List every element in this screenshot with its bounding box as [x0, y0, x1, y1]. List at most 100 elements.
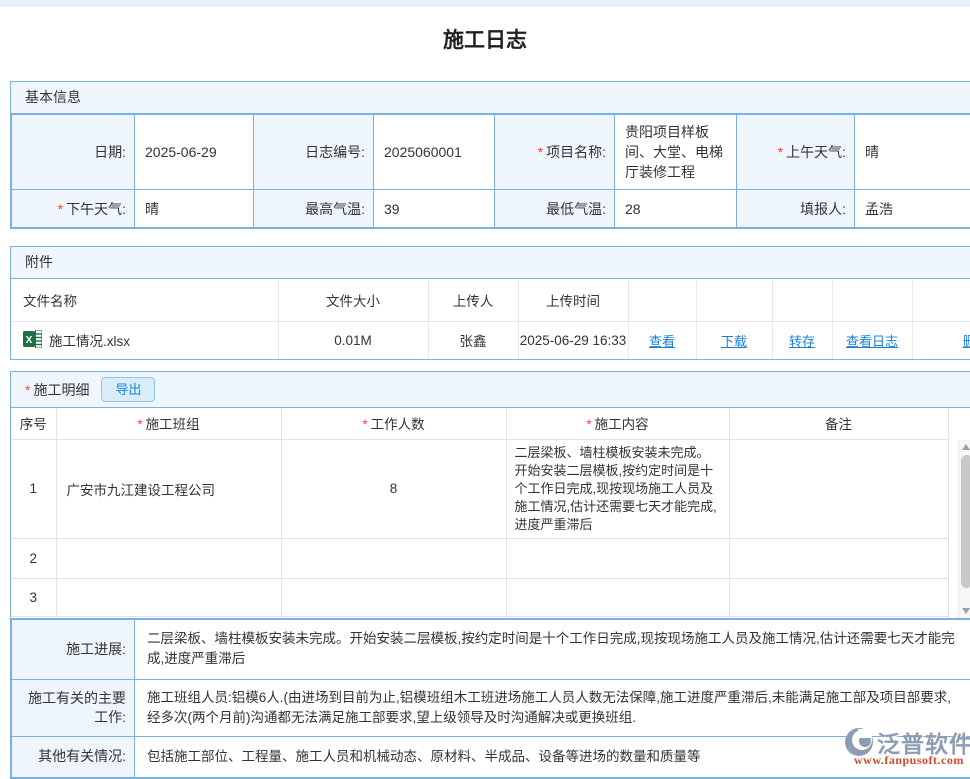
- view-log-link[interactable]: 查看日志: [846, 334, 898, 349]
- uploader-column-header: 上传人: [428, 279, 518, 321]
- afternoon-weather-value: 晴: [135, 190, 254, 228]
- action-column-header: [628, 279, 696, 321]
- download-link[interactable]: 下载: [721, 334, 747, 349]
- file-size-column-header: 文件大小: [278, 279, 428, 321]
- row-workers: [281, 616, 506, 618]
- reporter-value: 孟浩: [855, 190, 970, 228]
- reporter-label: 填报人:: [737, 190, 855, 228]
- attachment-uploader: 张鑫: [428, 321, 518, 359]
- team-column-header: *施工班组: [56, 408, 281, 439]
- scrollbar-down-arrow-icon[interactable]: [962, 608, 970, 614]
- remark-column-header: 备注: [729, 408, 948, 439]
- fanpu-url-text: www.fanpusoft.com: [854, 753, 964, 768]
- summary-section: 施工进展: 二层梁板、墙柱模板安装未完成。开始安装二层模板,按约定时间是十个工作…: [10, 619, 970, 779]
- row-workers: [281, 578, 506, 616]
- progress-label: 施工进展:: [12, 619, 135, 679]
- project-name-label: *项目名称:: [495, 115, 615, 190]
- other-info-row: 其他有关情况: 包括施工部位、工程量、施工人员和机械动态、原材料、半成品、设备等…: [12, 736, 970, 777]
- row-no: 4: [11, 616, 56, 618]
- progress-row: 施工进展: 二层梁板、墙柱模板安装未完成。开始安装二层模板,按约定时间是十个工作…: [12, 619, 970, 679]
- other-info-label: 其他有关情况:: [12, 736, 135, 777]
- detail-table-header: 序号 *施工班组 *工作人数 *施工内容 备注: [11, 408, 949, 440]
- delete-link[interactable]: 删除: [963, 334, 970, 349]
- attachment-file-size: 0.01M: [278, 321, 428, 359]
- row-remark: [729, 538, 948, 578]
- row-content: [506, 538, 729, 578]
- required-asterisk: *: [586, 417, 591, 432]
- date-label: 日期:: [12, 115, 135, 190]
- row-no: 3: [11, 578, 56, 616]
- row-workers: [281, 538, 506, 578]
- date-value: 2025-06-29: [135, 115, 254, 190]
- row-team: [56, 538, 281, 578]
- row-team: [56, 578, 281, 616]
- row-remark: [729, 616, 948, 618]
- attachments-header-row: 文件名称 文件大小 上传人 上传时间: [11, 279, 970, 321]
- row-content: [506, 578, 729, 616]
- action-column-header: [912, 279, 970, 321]
- log-number-value: 2025060001: [374, 115, 495, 190]
- main-work-row: 施工有关的主要工作: 施工班组人员:铝模6人.(由进场到目前为止,铝模班组木工班…: [12, 679, 970, 736]
- file-name-column-header: 文件名称: [11, 279, 278, 321]
- vertical-scrollbar[interactable]: [958, 440, 970, 618]
- basic-info-row-1: 日期: 2025-06-29 日志编号: 2025060001 *项目名称: 贵…: [12, 115, 970, 190]
- export-button[interactable]: 导出: [101, 377, 155, 402]
- summary-table: 施工进展: 二层梁板、墙柱模板安装未完成。开始安装二层模板,按约定时间是十个工作…: [11, 619, 970, 778]
- required-asterisk: *: [778, 144, 783, 160]
- attachment-row: X 施工情况.xlsx 0.01M 张鑫 2025-06-29 16:33 查看…: [11, 321, 970, 359]
- project-name-value: 贵阳项目样板间、大堂、电梯厅装修工程: [615, 115, 737, 190]
- required-asterisk: *: [362, 417, 367, 432]
- row-team: [56, 616, 281, 618]
- row-content: [506, 616, 729, 618]
- detail-row-3: 3: [11, 578, 948, 616]
- fanpu-watermark: 泛普软件 www.fanpusoft.com: [844, 725, 970, 771]
- action-column-header: [696, 279, 772, 321]
- view-link[interactable]: 查看: [649, 334, 675, 349]
- construction-detail-section: *施工明细 导出 序号 *施工班组 *工作人数 *施工内容 备注 1 广安市九江…: [10, 371, 970, 619]
- page-title: 施工日志: [0, 26, 970, 56]
- max-temp-label: 最高气温:: [254, 190, 374, 228]
- required-asterisk: *: [58, 201, 63, 217]
- top-strip: [0, 0, 970, 6]
- basic-info-table: 日期: 2025-06-29 日志编号: 2025060001 *项目名称: 贵…: [11, 114, 970, 228]
- row-no: 1: [11, 440, 56, 539]
- excel-file-icon: X: [23, 330, 42, 351]
- action-column-header: [832, 279, 912, 321]
- attachments-section: 附件 文件名称 文件大小 上传人 上传时间 X: [10, 246, 970, 360]
- attachment-upload-time: 2025-06-29 16:33: [518, 321, 628, 359]
- workers-column-header: *工作人数: [281, 408, 506, 439]
- content-column-header: *施工内容: [506, 408, 729, 439]
- afternoon-weather-label: *下午天气:: [12, 190, 135, 228]
- action-column-header: [772, 279, 832, 321]
- max-temp-value: 39: [374, 190, 495, 228]
- required-asterisk: *: [137, 417, 142, 432]
- row-remark: [729, 440, 948, 539]
- attachments-section-header: 附件: [11, 247, 970, 279]
- row-remark: [729, 578, 948, 616]
- upload-time-column-header: 上传时间: [518, 279, 628, 321]
- log-number-label: 日志编号:: [254, 115, 374, 190]
- attachments-table: 文件名称 文件大小 上传人 上传时间 X: [11, 279, 970, 359]
- scrollbar-thumb[interactable]: [961, 455, 970, 588]
- progress-value: 二层梁板、墙柱模板安装未完成。开始安装二层模板,按约定时间是十个工作日完成,现按…: [135, 619, 970, 679]
- svg-text:X: X: [26, 335, 33, 346]
- attachment-file-name: 施工情况.xlsx: [49, 330, 130, 350]
- main-work-label: 施工有关的主要工作:: [12, 679, 135, 736]
- morning-weather-value: 晴: [855, 115, 970, 190]
- detail-scroll-area: 1 广安市九江建设工程公司 8 二层梁板、墙柱模板安装未完成。开始安装二层模板,…: [11, 440, 970, 618]
- morning-weather-label: *上午天气:: [737, 115, 855, 190]
- min-temp-value: 28: [615, 190, 737, 228]
- row-team: 广安市九江建设工程公司: [56, 440, 281, 539]
- basic-info-section: 基本信息 日期: 2025-06-29 日志编号: 2025060001 *项目…: [10, 81, 970, 229]
- basic-info-section-header: 基本信息: [11, 82, 970, 114]
- transfer-link[interactable]: 转存: [789, 334, 815, 349]
- detail-row-1: 1 广安市九江建设工程公司 8 二层梁板、墙柱模板安装未完成。开始安装二层模板,…: [11, 440, 948, 539]
- scrollbar-up-arrow-icon[interactable]: [962, 444, 970, 450]
- required-asterisk: *: [538, 144, 543, 160]
- detail-row-4: 4: [11, 616, 948, 618]
- detail-row-2: 2: [11, 538, 948, 578]
- row-workers: 8: [281, 440, 506, 539]
- row-content: 二层梁板、墙柱模板安装未完成。开始安装二层模板,按约定时间是十个工作日完成,现按…: [506, 440, 729, 539]
- construction-detail-header: *施工明细 导出: [11, 372, 970, 408]
- detail-table-body: 1 广安市九江建设工程公司 8 二层梁板、墙柱模板安装未完成。开始安装二层模板,…: [11, 440, 949, 618]
